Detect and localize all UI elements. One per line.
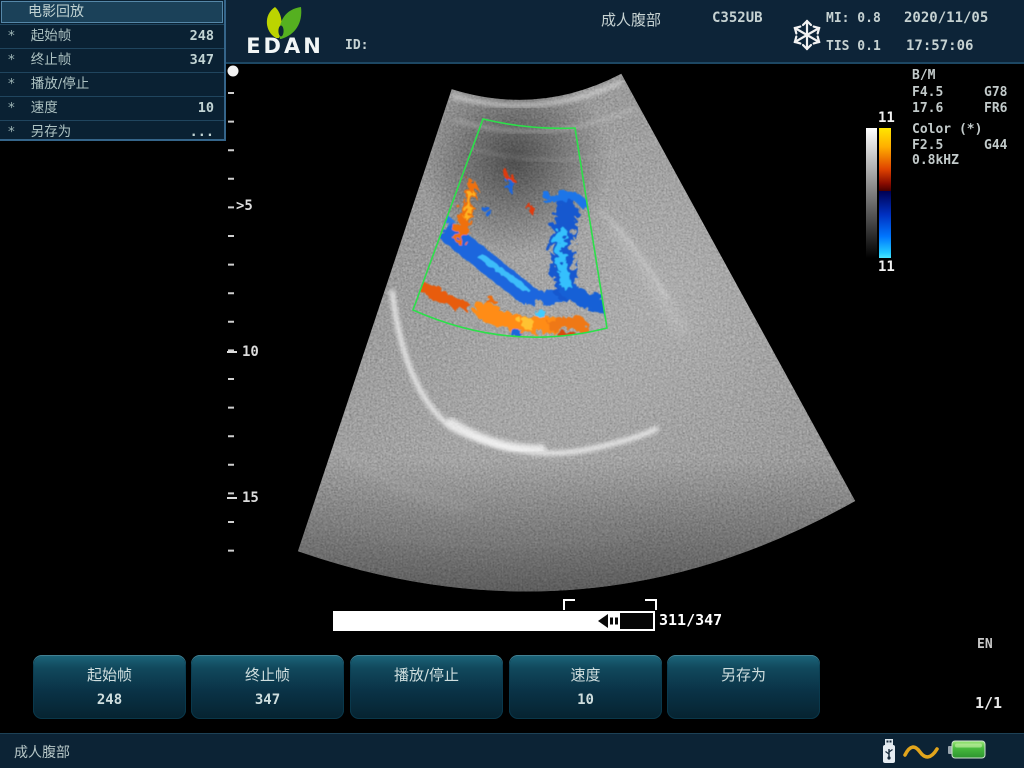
cine-progress-fill: [335, 613, 620, 629]
color-mode-label: Color (*): [912, 122, 982, 137]
b-mode-fan: [230, 60, 875, 610]
softkey-end-frame[interactable]: 终止帧 347: [191, 655, 344, 719]
brand-wordmark: EDAN: [237, 34, 333, 58]
menu-bullet: *: [8, 49, 15, 72]
menu-item-save-as[interactable]: * 另存为 ...: [0, 120, 224, 144]
cine-menu-panel: 电影回放 * 起始帧 248 * 终止帧 347 * 播放/停止 * 速度 10…: [0, 0, 226, 141]
colorbar-scale-top: 11: [878, 110, 895, 126]
menu-item-end-frame[interactable]: * 终止帧 347: [0, 48, 224, 72]
probe-model: C352UB: [712, 10, 763, 26]
softkey-speed[interactable]: 速度 10: [509, 655, 662, 719]
menu-bullet: *: [8, 73, 15, 96]
system-date: 2020/11/05: [904, 10, 988, 26]
softkey-value: 248: [33, 692, 186, 708]
ruler-major-tick: [227, 497, 237, 499]
softkey-label: 终止帧: [191, 664, 344, 685]
grayscale-bar: [866, 128, 877, 258]
softkey-save-as[interactable]: 另存为: [667, 655, 820, 719]
frame-rate: FR6: [984, 101, 1007, 116]
softkey-value: 10: [509, 692, 662, 708]
menu-title: 电影回放: [1, 1, 223, 23]
ac-power-wave-icon: [903, 744, 939, 760]
menu-item-start-frame[interactable]: * 起始帧 248: [0, 24, 224, 48]
menu-item-value: 10: [198, 97, 214, 120]
b-frequency: F4.5: [912, 85, 943, 100]
color-frequency: F2.5: [912, 138, 943, 153]
b-gain: G78: [984, 85, 1007, 100]
softkey-play-stop[interactable]: 播放/停止: [350, 655, 503, 719]
softkey-label: 另存为: [667, 664, 820, 685]
menu-bullet: *: [8, 25, 15, 48]
doppler-colorbar-negative: [879, 191, 891, 258]
softkey-value: 347: [191, 692, 344, 708]
menu-item-label: 终止帧: [31, 49, 72, 72]
frame-counter: 311/347: [659, 611, 722, 629]
status-bar: 成人腹部: [0, 733, 1024, 768]
menu-item-play-stop[interactable]: * 播放/停止: [0, 72, 224, 96]
softkey-label: 速度: [509, 664, 662, 685]
menu-item-value: ...: [190, 121, 214, 144]
menu-bullet: *: [8, 97, 15, 120]
ruler-major-tick: [227, 351, 237, 353]
softkey-label: 起始帧: [33, 664, 186, 685]
ruler-label-10: 10: [242, 344, 259, 360]
ruler-label-5: >5: [236, 198, 253, 214]
ruler-label-15: 15: [242, 490, 259, 506]
colorbar-scale-bottom: 11: [878, 259, 895, 275]
mode-label: B/M: [912, 68, 935, 83]
status-preset: 成人腹部: [14, 742, 70, 762]
probe-orientation-marker: [228, 66, 239, 77]
language-indicator: EN: [977, 637, 993, 652]
color-gain: G44: [984, 138, 1007, 153]
tis-value: TIS 0.1: [826, 39, 881, 54]
menu-item-label: 播放/停止: [31, 73, 90, 96]
menu-item-value: 347: [190, 49, 214, 72]
ultrasound-screen: >5 10 15 EDAN ID: 成人腹部 C352UB: [0, 0, 1024, 768]
menu-item-speed[interactable]: * 速度 10: [0, 96, 224, 120]
system-time: 17:57:06: [906, 38, 973, 54]
battery-icon: [948, 740, 986, 759]
menu-item-value: 248: [190, 25, 214, 48]
freeze-snowflake-icon: [789, 17, 825, 53]
softkey-start-frame[interactable]: 起始帧 248: [33, 655, 186, 719]
playback-direction-icon: [598, 614, 619, 628]
menu-item-label: 另存为: [31, 121, 72, 144]
usb-icon: [880, 738, 898, 765]
mi-value: MI: 0.8: [826, 11, 881, 26]
cine-progress-bar[interactable]: [333, 611, 655, 631]
cine-range-bracket-right: [645, 599, 657, 610]
page-indicator: 1/1: [975, 694, 1002, 712]
cine-range-bracket-left: [563, 599, 575, 610]
softkey-label: 播放/停止: [350, 664, 503, 685]
doppler-colorbar-positive: [879, 128, 891, 191]
prf-value: 0.8kHZ: [912, 153, 959, 168]
menu-item-label: 速度: [31, 97, 58, 120]
depth-value: 17.6: [912, 101, 943, 116]
exam-preset: 成人腹部: [601, 9, 661, 30]
menu-bullet: *: [8, 121, 15, 144]
patient-id-label: ID:: [345, 38, 368, 53]
menu-item-label: 起始帧: [31, 25, 72, 48]
